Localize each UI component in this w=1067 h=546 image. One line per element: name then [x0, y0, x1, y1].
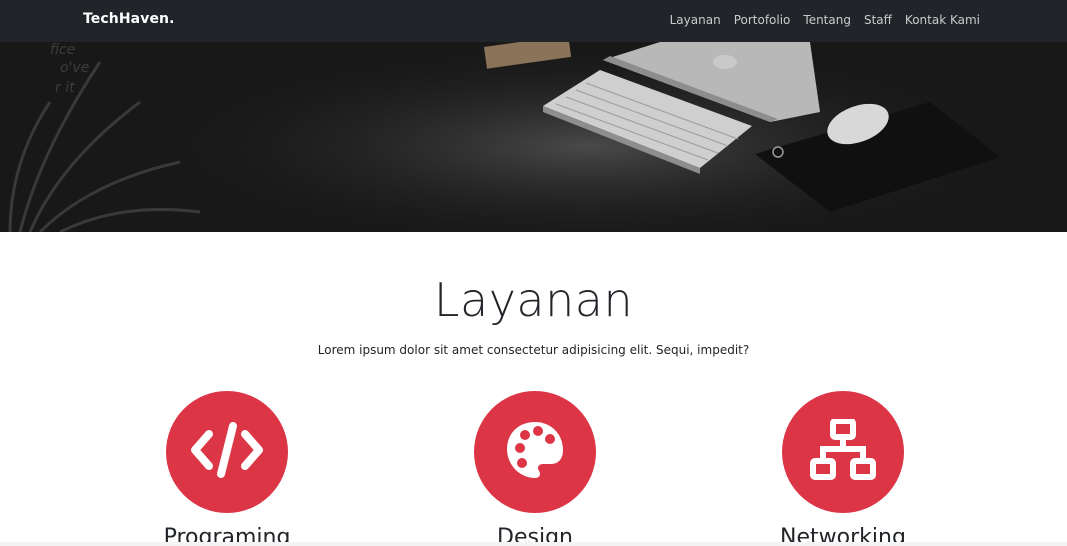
service-circle: [474, 391, 596, 513]
service-circle: [782, 391, 904, 513]
svg-text:o've: o've: [60, 60, 89, 76]
brand-logo[interactable]: TechHaven.: [83, 11, 175, 27]
service-programing: Programing: [164, 391, 290, 546]
code-icon: [187, 422, 267, 482]
nav-link-layanan[interactable]: Layanan: [670, 13, 721, 27]
navbar: TechHaven. Layanan Portofolio Tentang St…: [0, 0, 1067, 42]
hero-desk-illustration: fice o've r it: [0, 42, 1067, 232]
palette-icon: [503, 418, 567, 486]
nav-link-kontak-kami[interactable]: Kontak Kami: [905, 13, 980, 27]
network-icon: [810, 418, 876, 485]
nav-links: Layanan Portofolio Tentang Staff Kontak …: [670, 13, 980, 27]
nav-link-tentang[interactable]: Tentang: [803, 13, 851, 27]
svg-text:fice: fice: [50, 42, 75, 58]
nav-link-staff[interactable]: Staff: [864, 13, 892, 27]
section-subtitle: Lorem ipsum dolor sit amet consectetur a…: [317, 343, 750, 357]
hero-image: fice o've r it: [0, 42, 1067, 232]
nav-link-portofolio[interactable]: Portofolio: [734, 13, 791, 27]
service-circle: [166, 391, 288, 513]
service-networking: Networking: [780, 391, 906, 546]
section-title: Layanan: [433, 273, 634, 327]
svg-text:r it: r it: [55, 80, 75, 96]
bottom-strip: [0, 542, 1067, 546]
service-design: Design: [474, 391, 596, 546]
